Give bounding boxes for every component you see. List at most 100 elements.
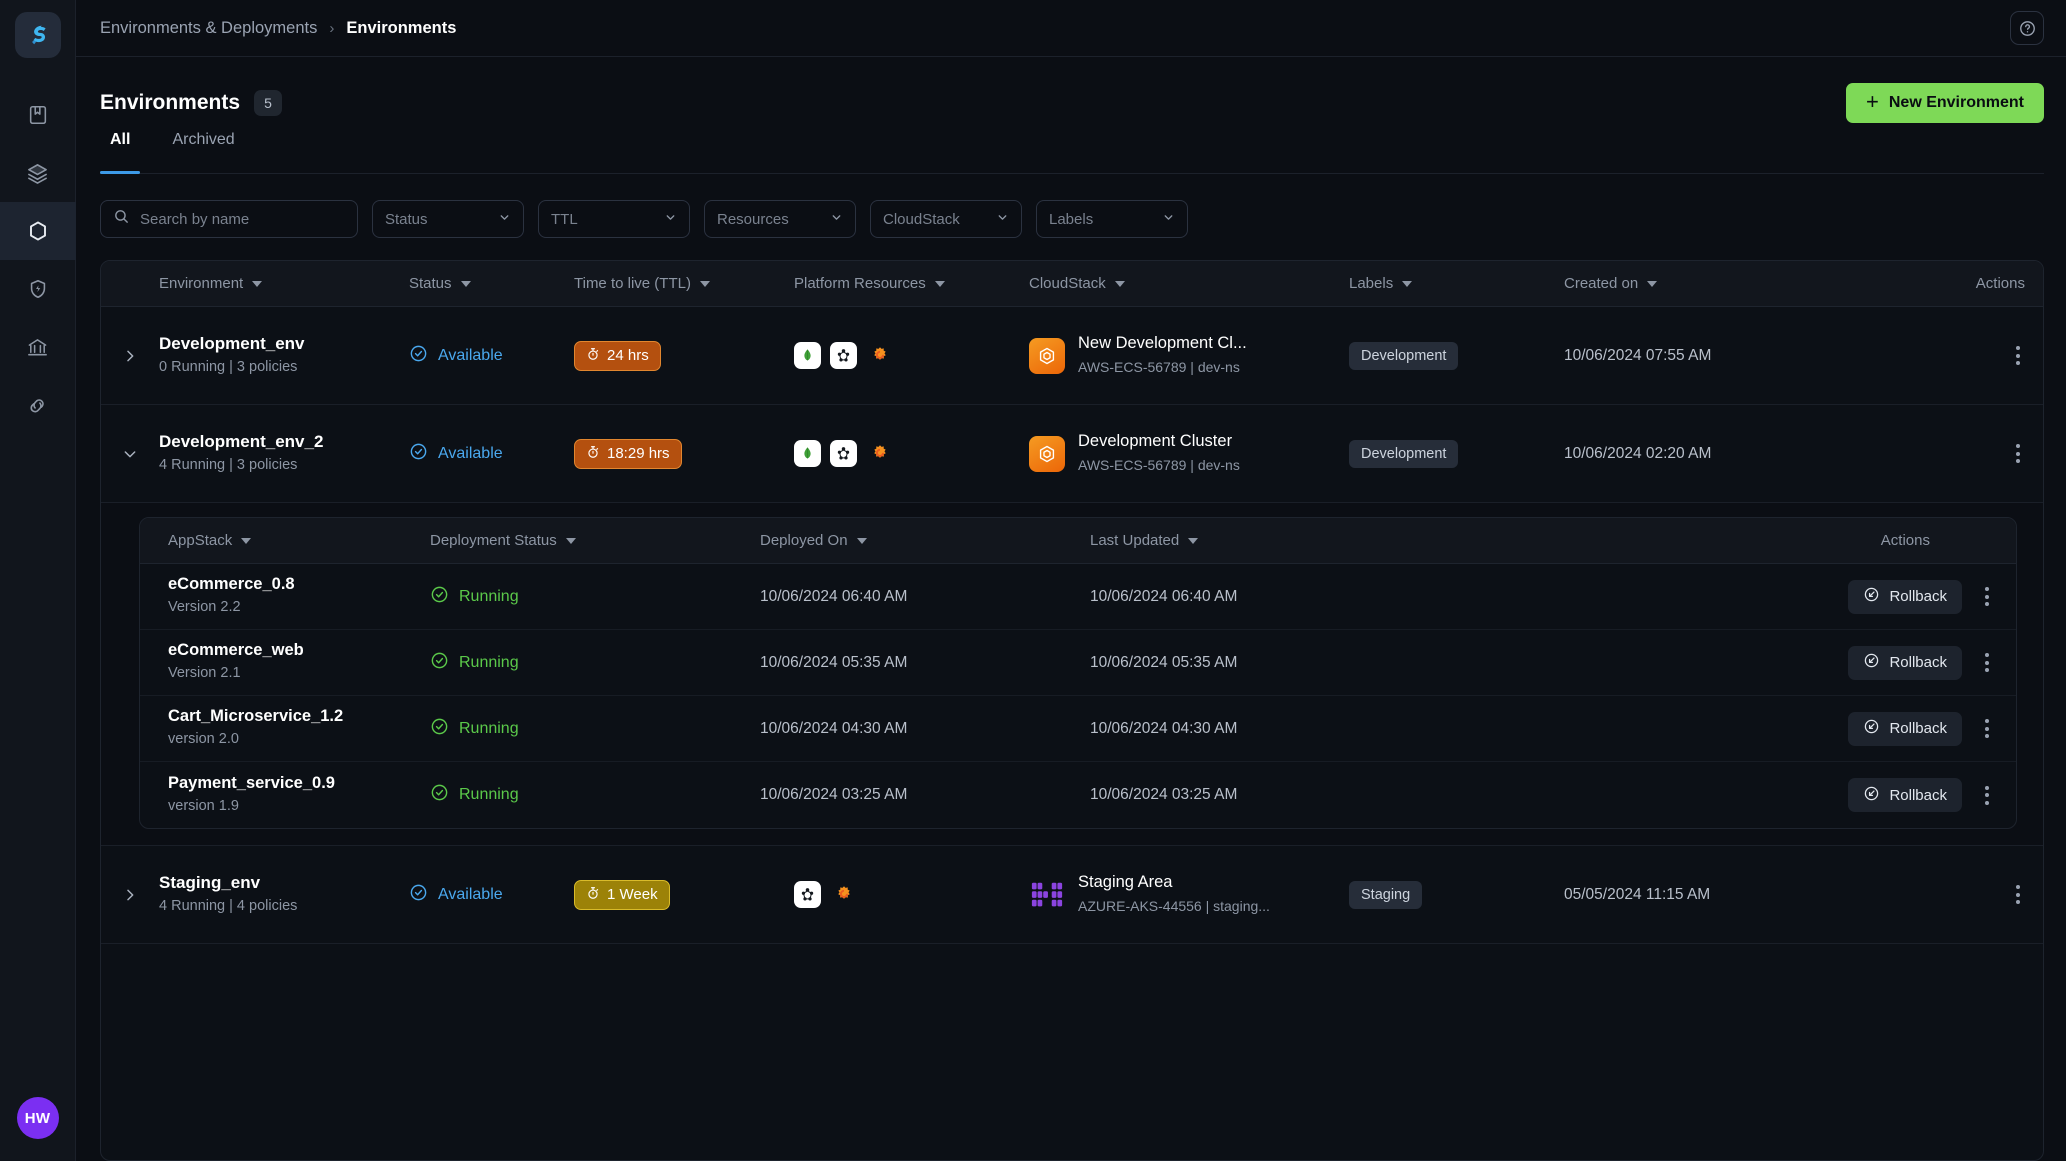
rollback-button[interactable]: Rollback: [1848, 645, 1962, 680]
kubeflow-icon[interactable]: [830, 440, 857, 467]
labels-cell: Development: [1349, 439, 1564, 468]
environment-meta: 0 Running | 3 policies: [159, 359, 298, 376]
filter-status-label: Status: [385, 210, 428, 228]
ttl-text: 1 Week: [607, 886, 658, 903]
sidebar-item-integrations[interactable]: [0, 376, 76, 434]
filter-labels-select[interactable]: Labels: [1036, 200, 1188, 238]
help-circle-icon[interactable]: [2010, 11, 2044, 45]
row-actions-cell: [1794, 439, 2043, 468]
page-header: Environments 5 + New Environment: [100, 57, 2044, 129]
column-header-deployment-status[interactable]: Deployment Status: [430, 532, 760, 549]
chevron-down-icon: [664, 211, 677, 228]
deployment-status-cell: Running: [430, 585, 760, 609]
table-row[interactable]: Development_env_2 4 Running | 3 policies…: [101, 405, 2043, 503]
sort-caret-icon: [565, 537, 576, 544]
column-header-deployed-on[interactable]: Deployed On: [760, 532, 1090, 549]
filter-status-select[interactable]: Status: [372, 200, 524, 238]
expand-row-button[interactable]: [101, 348, 159, 364]
ttl-cell: 1 Week: [574, 879, 794, 910]
appstack-name[interactable]: eCommerce_0.8: [168, 573, 430, 596]
environment-name[interactable]: Development_env: [159, 332, 409, 357]
column-header-platform-resources[interactable]: Platform Resources: [794, 275, 1029, 292]
column-header-last-updated[interactable]: Last Updated: [1090, 532, 1420, 549]
column-header-environment[interactable]: Environment: [159, 275, 409, 292]
created-on-cell: 05/05/2024 11:15 AM: [1564, 886, 1794, 904]
last-updated-cell: 10/06/2024 03:25 AM: [1090, 786, 1420, 804]
list-item[interactable]: Payment_service_0.9 version 1.9 Running: [140, 762, 2016, 828]
row-menu-icon[interactable]: [2011, 439, 2025, 468]
mongodb-icon[interactable]: [794, 440, 821, 467]
column-header-status[interactable]: Status: [409, 275, 574, 292]
appstack-name[interactable]: Payment_service_0.9: [168, 772, 430, 795]
filter-cloudstack-select[interactable]: CloudStack: [870, 200, 1022, 238]
sidebar-item-book[interactable]: [0, 86, 76, 144]
cloudstack-name[interactable]: Development Cluster: [1078, 430, 1240, 454]
status-text: Running: [459, 786, 519, 803]
expand-row-button[interactable]: [101, 887, 159, 903]
row-menu-icon[interactable]: [2011, 341, 2025, 370]
sidebar-item-security[interactable]: [0, 260, 76, 318]
filter-cloudstack-label: CloudStack: [883, 210, 960, 228]
grafana-icon[interactable]: [866, 342, 893, 369]
search-input[interactable]: [140, 210, 345, 228]
grafana-icon[interactable]: [830, 881, 857, 908]
check-circle-icon: [409, 442, 428, 466]
column-label: Time to live (TTL): [574, 275, 691, 292]
rollback-button[interactable]: Rollback: [1848, 778, 1962, 812]
column-label: Labels: [1349, 275, 1394, 292]
row-menu-icon[interactable]: [1980, 781, 1994, 810]
breadcrumb-parent[interactable]: Environments & Deployments: [100, 19, 317, 38]
app-logo-icon[interactable]: [14, 12, 61, 58]
table-row[interactable]: Staging_env 4 Running | 4 policies Avail…: [101, 846, 2043, 944]
column-label: Last Updated: [1090, 532, 1180, 549]
appstack-cell: eCommerce_web Version 2.1: [140, 639, 430, 685]
row-menu-icon[interactable]: [1980, 648, 1994, 677]
kubeflow-icon[interactable]: [830, 342, 857, 369]
sidebar-item-environments[interactable]: [0, 202, 76, 260]
rollback-button[interactable]: Rollback: [1848, 711, 1962, 746]
appstack-name[interactable]: Cart_Microservice_1.2: [168, 705, 430, 728]
sidebar-item-governance[interactable]: [0, 318, 76, 376]
labels-cell: Staging: [1349, 880, 1564, 909]
column-header-cloudstack[interactable]: CloudStack: [1029, 275, 1349, 292]
environment-meta: 4 Running | 4 policies: [159, 898, 298, 915]
list-item[interactable]: eCommerce_web Version 2.1 Running 10/06/…: [140, 630, 2016, 696]
row-menu-icon[interactable]: [1980, 714, 1994, 743]
cloudstack-name[interactable]: New Development Cl...: [1078, 332, 1247, 356]
rollback-button[interactable]: Rollback: [1848, 579, 1962, 614]
kubeflow-icon[interactable]: [794, 881, 821, 908]
list-item[interactable]: Cart_Microservice_1.2 version 2.0 Runnin…: [140, 696, 2016, 762]
mongodb-icon[interactable]: [794, 342, 821, 369]
new-environment-button[interactable]: + New Environment: [1846, 83, 2044, 123]
avatar[interactable]: HW: [16, 1097, 59, 1139]
column-label: Created on: [1564, 275, 1639, 292]
last-updated-cell: 10/06/2024 04:30 AM: [1090, 720, 1420, 738]
column-header-created-on[interactable]: Created on: [1564, 275, 1794, 292]
column-header-labels[interactable]: Labels: [1349, 275, 1564, 292]
last-updated-text: 10/06/2024 06:40 AM: [1090, 587, 1238, 605]
collapse-row-button[interactable]: [101, 446, 159, 462]
filter-resources-select[interactable]: Resources: [704, 200, 856, 238]
row-menu-icon[interactable]: [1980, 582, 1994, 611]
row-menu-icon[interactable]: [2011, 880, 2025, 909]
column-header-appstack[interactable]: AppStack: [140, 532, 430, 549]
column-label: Status: [409, 275, 452, 292]
filter-ttl-select[interactable]: TTL: [538, 200, 690, 238]
grafana-icon[interactable]: [866, 440, 893, 467]
tab-archived[interactable]: Archived: [162, 129, 244, 173]
sidebar-item-layers[interactable]: [0, 144, 76, 202]
status-text: Running: [459, 653, 519, 671]
list-item[interactable]: eCommerce_0.8 Version 2.2 Running 10/06/…: [140, 564, 2016, 630]
deployment-status-cell: Running: [430, 651, 760, 675]
environment-name[interactable]: Development_env_2: [159, 430, 409, 455]
column-header-ttl[interactable]: Time to live (TTL): [574, 275, 794, 292]
tab-all[interactable]: All: [100, 129, 141, 174]
cloudstack-name[interactable]: Staging Area: [1078, 871, 1270, 895]
appstack-version: Version 2.1: [168, 665, 241, 682]
environment-name[interactable]: Staging_env: [159, 871, 409, 896]
column-label: CloudStack: [1029, 275, 1106, 292]
search-box[interactable]: [100, 200, 358, 238]
column-label: Deployed On: [760, 532, 848, 549]
appstack-name[interactable]: eCommerce_web: [168, 639, 430, 662]
table-row[interactable]: Development_env 0 Running | 3 policies A…: [101, 307, 2043, 405]
